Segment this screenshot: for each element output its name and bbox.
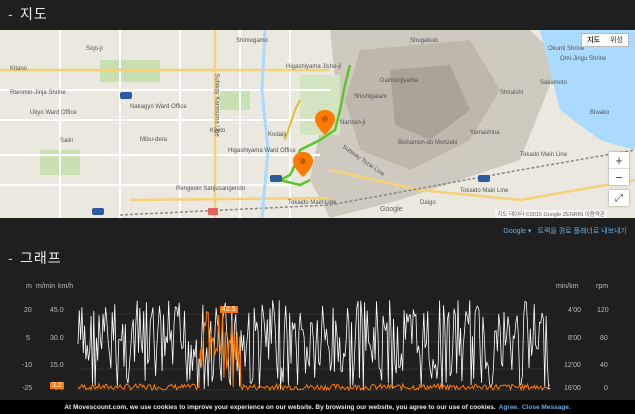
map-view[interactable]: Higashiyama Jisho-ji Daimonjiyama Shishi… (0, 30, 635, 218)
y-axis-unit-rpm: rpm (596, 283, 609, 290)
map-label: Saiin (60, 138, 74, 144)
map-label: Rengeoin Sanjusangendo (176, 186, 246, 192)
fullscreen-button[interactable]: ⤢ (609, 190, 629, 206)
cookie-close-link[interactable]: Close Message. (522, 404, 571, 411)
tick-pace: 16'00 (564, 385, 581, 392)
y-axis-unit-m: m (26, 283, 32, 290)
zoom-control: + − (609, 152, 629, 185)
map-label: Nakagyo Ward Office (130, 104, 187, 110)
map-label: Tokaido Main Line (288, 200, 337, 206)
map-label: Shiraishi (500, 90, 524, 96)
map-label: Tokado Main Line (520, 152, 568, 158)
map-label: Shugakuin (410, 38, 439, 44)
map-label: Shimogamo (236, 38, 269, 44)
map-label: Kodaiji (268, 132, 287, 138)
map-type-map-button[interactable]: 지도 (582, 34, 605, 46)
map-section-title: 지도 (20, 6, 48, 22)
google-label: Google (503, 228, 526, 235)
export-route-link[interactable]: 트랙을 경로 플래너로 내보내기 (537, 226, 627, 236)
y-axis-unit-m-min: m/min (36, 283, 56, 290)
map-label: Kitano (10, 66, 28, 72)
graph-area[interactable]: m m/min km/h min/km rpm 20 5 -10 -25 45.… (0, 270, 635, 400)
map-label: Nanzen-ji (340, 120, 366, 126)
tick-altitude: -25 (22, 385, 33, 392)
tick-speed: 30.0 (50, 335, 64, 342)
tick-pace: 8'00 (568, 335, 582, 342)
map-footer: Google ▾ 트랙을 경로 플래너로 내보내기 (503, 226, 627, 236)
tick-speed: 45.0 (50, 307, 64, 314)
map-label: Yamashina (470, 130, 500, 136)
map-label: Daimonjiyama (380, 78, 419, 84)
map-label: Daigo (420, 200, 436, 206)
map-section-header[interactable]: - 지도 (0, 0, 635, 28)
collapse-icon[interactable]: - (8, 250, 20, 266)
map-label: Shishigatani (354, 94, 387, 100)
map-label: Biwako (590, 110, 610, 116)
map-label: Sojo-ji (86, 46, 103, 52)
map-label: Bishamon-do Monzeki (398, 140, 458, 146)
map-label: Rtenmin-Jinja Shrine (10, 90, 66, 96)
min-speed-tag: 3.2 (50, 382, 64, 389)
zoom-in-button[interactable]: + (609, 152, 629, 168)
tick-altitude: 5 (26, 335, 30, 342)
map-label: Sakamoto (540, 80, 568, 86)
tick-rpm: 120 (597, 307, 609, 314)
graph-canvas (77, 300, 551, 392)
tick-altitude: -10 (22, 362, 33, 369)
google-logo: Google (380, 206, 403, 213)
tick-rpm: 40 (600, 362, 608, 369)
tick-pace: 12'00 (564, 362, 581, 369)
expand-icon: ⤢ (615, 192, 623, 204)
cookie-text: At Movescount.com, we use cookies to imp… (64, 403, 496, 411)
tick-speed: 15.0 (50, 362, 64, 369)
map-label: Omi-Jingu Shrine (560, 56, 607, 62)
map-label: Higashiyama Jisho-ji (286, 64, 342, 70)
hr-series-line (77, 300, 551, 390)
graph-section-header[interactable]: - 그래프 (0, 244, 635, 272)
map-label: Ukyo Ward Office (30, 110, 77, 116)
collapse-icon[interactable]: - (8, 6, 20, 22)
tick-pace: 4'00 (568, 307, 582, 314)
map-label: Okumi Shrine (548, 46, 585, 52)
map-label: Subway Karasuma Line (213, 73, 220, 137)
cookie-agree-link[interactable]: Agree. (499, 404, 519, 411)
tick-altitude: 20 (24, 307, 32, 314)
map-label: Higashiyama Ward Office (228, 148, 296, 154)
map-label: Mibu-dera (140, 137, 168, 143)
google-export-dropdown[interactable]: Google ▾ (503, 227, 531, 235)
tick-rpm: 0 (604, 385, 608, 392)
cookie-banner: At Movescount.com, we use cookies to imp… (0, 400, 635, 414)
zoom-out-button[interactable]: − (609, 168, 629, 185)
graph-section-title: 그래프 (20, 250, 62, 266)
y-axis-unit-kmh: km/h (58, 283, 74, 290)
y-axis-unit-pace: min/km (556, 283, 579, 290)
map-attribution[interactable]: 지도 데이터 ©2015 Google ZENRIN 이용약관 (495, 210, 607, 218)
map-label: Tokaido Main Line (460, 188, 509, 194)
map-type-toggle[interactable]: 지도 위성 (581, 33, 629, 47)
tick-rpm: 80 (600, 335, 608, 342)
map-canvas (0, 30, 635, 218)
map-type-satellite-button[interactable]: 위성 (605, 34, 628, 46)
max-speed-tag: 42.5 (220, 306, 238, 313)
